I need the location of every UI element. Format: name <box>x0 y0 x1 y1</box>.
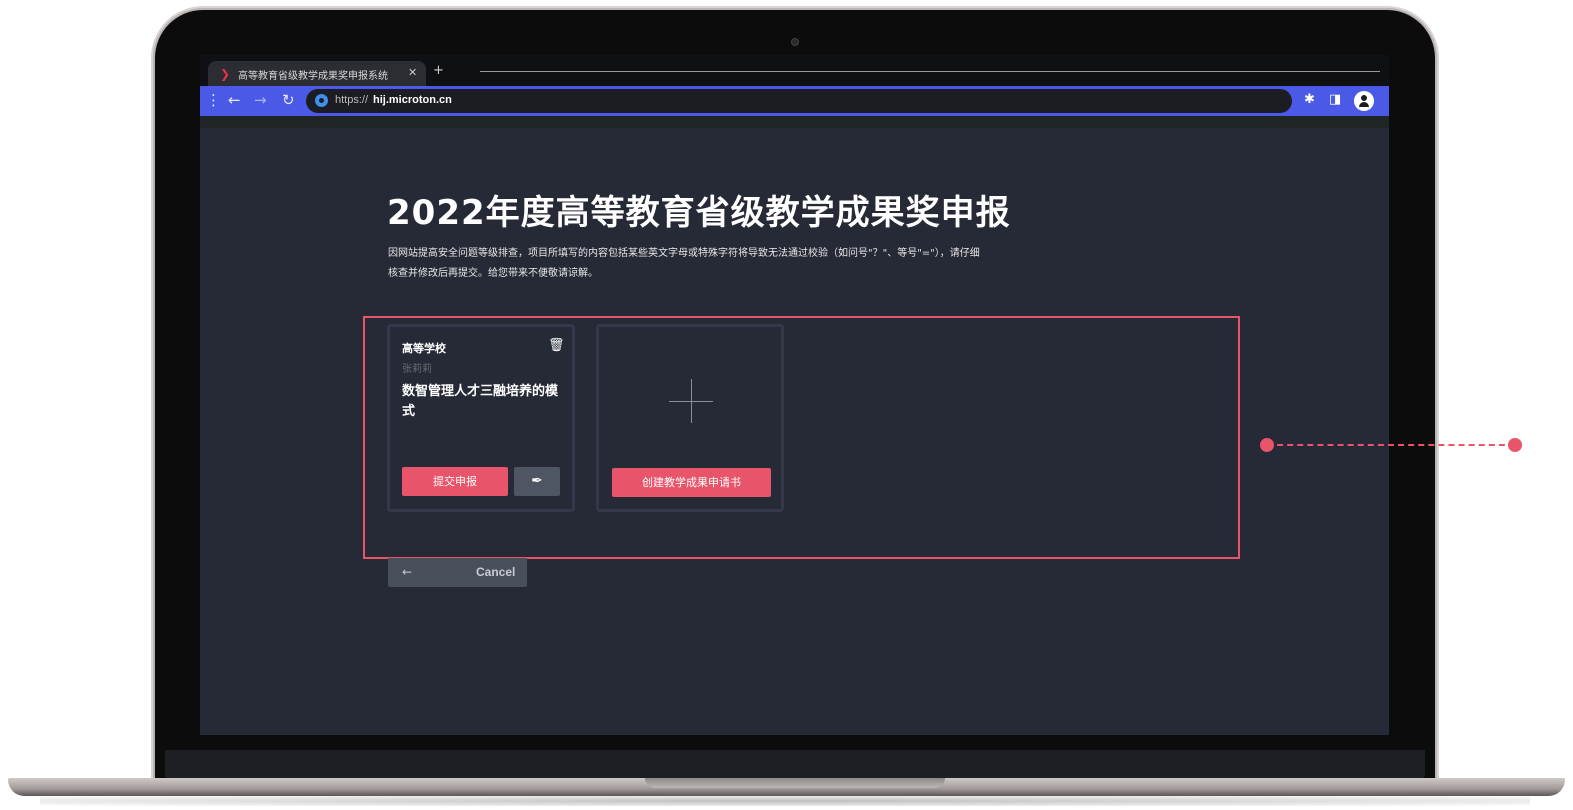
callout-line <box>1267 444 1515 446</box>
page-title: 2022年度高等教育省级教学成果奖申报 <box>387 193 1011 233</box>
back-arrow-icon: ← <box>402 565 413 579</box>
create-card[interactable]: 创建教学成果申请书 <box>596 324 784 512</box>
browser-tab[interactable]: ❯ 高等教育省级教学成果奖申报系统 ✕ <box>208 61 426 86</box>
tab-title: 高等教育省级教学成果奖申报系统 <box>238 71 388 82</box>
back-arrow-icon[interactable]: ← <box>228 91 241 109</box>
card-project-title: 数智管理人才三融培养的模式 <box>402 384 559 419</box>
close-tab-icon[interactable]: ✕ <box>408 66 417 79</box>
callout-dot-end <box>1508 438 1522 452</box>
screen-chin <box>165 750 1425 780</box>
favicon-icon: ❯ <box>220 67 231 81</box>
edit-button[interactable]: ✒ <box>514 467 560 496</box>
laptop-shadow <box>40 796 1530 806</box>
url-host: hij.microton.cn <box>373 94 452 106</box>
new-tab-button[interactable]: + <box>433 63 444 78</box>
side-panel-icon[interactable]: ◨ <box>1329 92 1341 108</box>
application-card: 高等学校 🗑 张莉莉 数智管理人才三融培养的模式 提交申报 ✒ <box>387 324 575 512</box>
quill-pen-icon: ✒ <box>531 473 543 489</box>
profile-avatar-icon[interactable] <box>1354 91 1374 111</box>
laptop-notch <box>645 778 945 788</box>
toolbar-shadow <box>200 116 1389 128</box>
plus-icon-vertical <box>691 379 692 423</box>
cancel-button[interactable]: ← Cancel <box>388 558 527 587</box>
card-author: 张莉莉 <box>402 364 432 375</box>
menu-dots-icon[interactable]: ⋮ <box>206 91 221 109</box>
screen: ❯ 高等教育省级教学成果奖申报系统 ✕ + ⋮ ← → ↻ https:// h… <box>200 55 1389 735</box>
tab-strip: ❯ 高等教育省级教学成果奖申报系统 ✕ + <box>200 55 1389 86</box>
tab-strip-divider <box>480 71 1380 72</box>
callout-dot-start <box>1260 438 1274 452</box>
camera <box>791 38 799 46</box>
site-info-icon[interactable] <box>315 94 328 107</box>
create-application-button[interactable]: 创建教学成果申请书 <box>612 468 771 497</box>
forward-arrow-icon[interactable]: → <box>254 91 267 109</box>
address-bar[interactable]: https:// hij.microton.cn <box>306 89 1292 113</box>
notice-text: 因网站提高安全问题等级排查，项目所填写的内容包括某些英文字母或特殊字符将导致无法… <box>388 248 980 279</box>
extensions-icon[interactable]: ✱ <box>1304 92 1315 108</box>
browser-toolbar: ⋮ ← → ↻ https:// hij.microton.cn ✱ ◨ <box>200 86 1389 116</box>
url-scheme: https:// <box>335 94 369 106</box>
trash-icon[interactable]: 🗑 <box>548 338 565 353</box>
cancel-label: Cancel <box>476 565 516 579</box>
reload-icon[interactable]: ↻ <box>282 91 295 109</box>
submit-application-button[interactable]: 提交申报 <box>402 467 508 496</box>
card-school: 高等学校 <box>402 342 446 355</box>
